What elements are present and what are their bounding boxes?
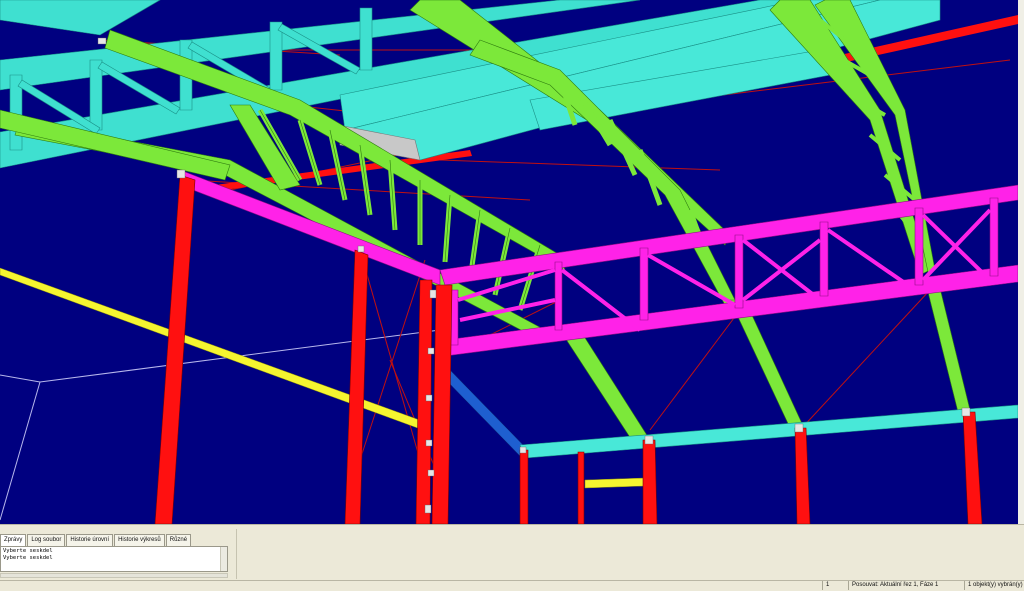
panel-divider[interactable] <box>236 529 237 579</box>
tab-level-history[interactable]: Historie úrovní <box>66 534 114 546</box>
output-line: Vyberte seskdel <box>3 555 53 561</box>
cyan-lower-beam <box>519 404 1018 459</box>
output-panel: Zprávy Log soubor Historie úrovní Histor… <box>0 524 1024 581</box>
output-scrollbar[interactable] <box>220 547 227 571</box>
output-line: Vyberte seskdel <box>3 548 53 554</box>
tab-drawing-history[interactable]: Historie výkresů <box>114 534 165 546</box>
tab-misc[interactable]: Různé <box>165 534 192 546</box>
message-output[interactable]: Vyberte seskdel Vyberte seskdel <box>0 546 228 572</box>
tab-log-file[interactable]: Log soubor <box>27 534 66 546</box>
tab-messages[interactable]: Zprávy <box>0 534 27 546</box>
red-columns <box>154 174 983 524</box>
status-bar: 1 Posouvat: Aktuální řez 1, Fáze 1 1 obj… <box>0 580 1024 591</box>
structural-model-drawing[interactable] <box>0 0 1018 524</box>
viewport-scrollbar[interactable] <box>1018 0 1024 524</box>
grid-reference-lines <box>0 329 441 521</box>
status-cell-selection: 1 objekt(y) vybrán(y) <box>964 581 1024 590</box>
output-horizontal-scrollbar[interactable] <box>0 573 228 578</box>
panel-tab-bar: Zprávy Log soubor Historie úrovní Histor… <box>0 534 192 546</box>
status-cell-mode: Posouvat: Aktuální řez 1, Fáze 1 <box>848 581 964 590</box>
3d-model-viewport[interactable] <box>0 0 1024 524</box>
magenta-truss <box>179 169 1018 357</box>
status-cell-count: 1 <box>822 581 848 590</box>
blue-beam <box>445 369 529 457</box>
